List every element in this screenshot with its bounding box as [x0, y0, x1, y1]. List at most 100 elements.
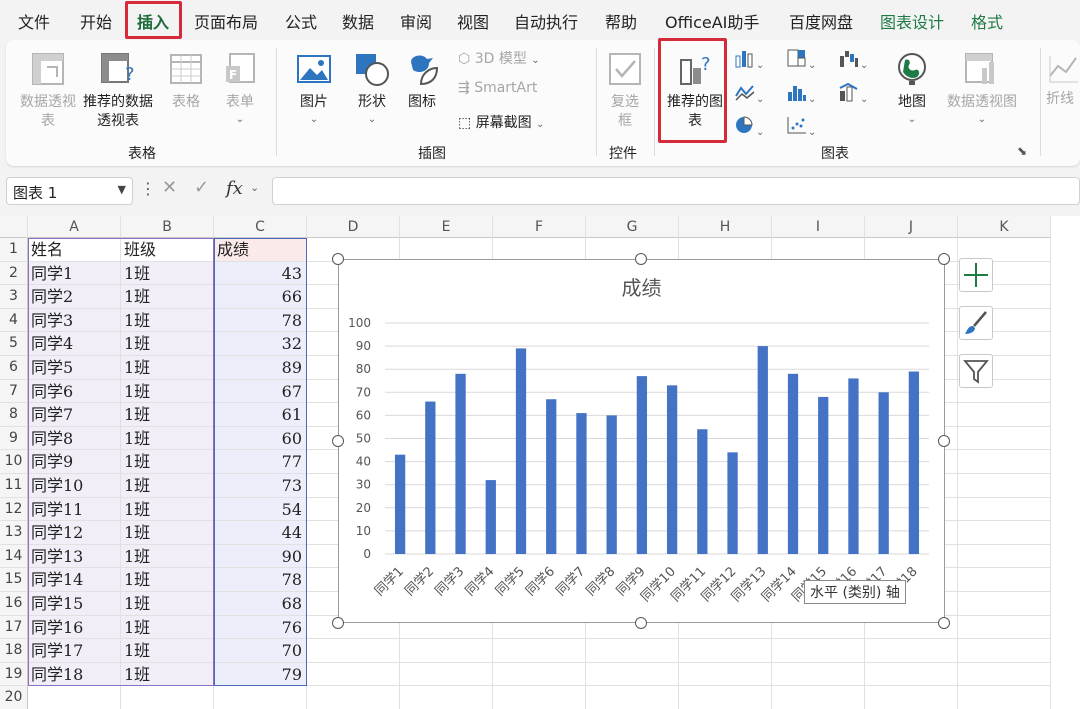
data-cell[interactable]: 1班 [121, 308, 214, 333]
empty-cell[interactable] [958, 403, 1051, 427]
data-cell[interactable]: 1班 [121, 592, 214, 616]
resize-handle-bottom-left[interactable] [332, 617, 344, 629]
empty-cell[interactable] [865, 639, 958, 663]
data-cell[interactable]: 1班 [121, 332, 214, 356]
empty-cell[interactable] [400, 639, 493, 663]
data-cell[interactable]: 1班 [121, 497, 214, 522]
row-header[interactable]: 7 [0, 379, 28, 404]
data-cell[interactable]: 同学17 [28, 639, 121, 663]
form-button[interactable]: F 表单 ⌄ [218, 50, 262, 129]
shapes-button[interactable]: 形状 ⌄ [350, 50, 394, 129]
recommended-pivot-table-button[interactable]: ? 推荐的数据透视表 [78, 50, 158, 131]
row-header[interactable]: 8 [0, 403, 28, 427]
chart-styles-button[interactable] [959, 306, 993, 340]
enter-icon[interactable]: ✓ [194, 177, 209, 198]
resize-handle-top-left[interactable] [332, 253, 344, 265]
empty-cell[interactable] [772, 662, 865, 687]
data-cell[interactable]: 67 [214, 379, 307, 404]
empty-cell[interactable] [307, 662, 400, 687]
data-cell[interactable]: 78 [214, 308, 307, 333]
data-cell[interactable]: 同学18 [28, 662, 121, 687]
data-cell[interactable]: 1班 [121, 379, 214, 404]
data-cell[interactable]: 同学7 [28, 403, 121, 427]
column-header[interactable]: H [679, 216, 772, 238]
empty-cell[interactable] [958, 662, 1051, 687]
data-cell[interactable]: 1班 [121, 568, 214, 592]
data-cell[interactable]: 61 [214, 403, 307, 427]
column-header[interactable]: G [586, 216, 679, 238]
resize-handle-top[interactable] [635, 253, 647, 265]
data-cell[interactable]: 90 [214, 544, 307, 569]
empty-cell[interactable] [958, 450, 1051, 474]
row-header[interactable]: 15 [0, 568, 28, 592]
pictures-button[interactable]: 图片 ⌄ [292, 50, 336, 129]
empty-cell[interactable] [958, 639, 1051, 663]
screenshot-button[interactable]: ⬚ 屏幕截图 ⌄ [458, 112, 545, 132]
row-header[interactable]: 6 [0, 356, 28, 380]
header-cell[interactable]: 姓名 [28, 238, 121, 262]
data-cell[interactable]: 77 [214, 450, 307, 474]
empty-cell[interactable] [400, 686, 493, 709]
column-header[interactable]: E [400, 216, 493, 238]
row-header[interactable]: 3 [0, 285, 28, 309]
data-cell[interactable]: 43 [214, 261, 307, 286]
data-cell[interactable]: 60 [214, 426, 307, 451]
empty-cell[interactable] [121, 686, 214, 709]
tab-officeai[interactable]: OfficeAI助手 [665, 9, 759, 33]
empty-cell[interactable] [493, 662, 586, 687]
hierarchy-chart-button[interactable]: ⌄ [786, 48, 816, 72]
row-header[interactable]: 12 [0, 497, 28, 522]
scatter-chart-button[interactable]: ⌄ [786, 115, 816, 139]
data-cell[interactable]: 同学14 [28, 568, 121, 592]
row-header[interactable]: 17 [0, 615, 28, 640]
empty-cell[interactable] [493, 639, 586, 663]
empty-cell[interactable] [28, 686, 121, 709]
data-cell[interactable]: 1班 [121, 474, 214, 498]
column-header[interactable]: K [958, 216, 1051, 238]
icons-button[interactable]: 图标 [402, 50, 442, 112]
data-cell[interactable]: 1班 [121, 639, 214, 663]
column-header[interactable]: C [214, 216, 307, 238]
row-header[interactable]: 11 [0, 474, 28, 498]
tab-home[interactable]: 开始 [80, 9, 112, 33]
checkbox-button[interactable]: 复选框 [606, 50, 644, 131]
tab-view[interactable]: 视图 [457, 9, 489, 33]
data-cell[interactable]: 78 [214, 568, 307, 592]
cancel-icon[interactable]: ✕ [162, 177, 177, 198]
row-header[interactable]: 16 [0, 592, 28, 616]
table-button[interactable]: 表格 [164, 50, 208, 111]
data-cell[interactable]: 1班 [121, 662, 214, 687]
column-header[interactable]: A [28, 216, 121, 238]
data-cell[interactable]: 同学9 [28, 450, 121, 474]
data-cell[interactable]: 54 [214, 497, 307, 522]
data-cell[interactable]: 同学16 [28, 615, 121, 640]
data-cell[interactable]: 66 [214, 285, 307, 309]
empty-cell[interactable] [772, 686, 865, 709]
pivot-chart-button[interactable]: 数据透视图 ⌄ [944, 50, 1020, 129]
data-cell[interactable]: 同学13 [28, 544, 121, 569]
row-header[interactable]: 18 [0, 639, 28, 663]
resize-handle-bottom[interactable] [635, 617, 647, 629]
data-cell[interactable]: 同学12 [28, 521, 121, 545]
column-header[interactable]: I [772, 216, 865, 238]
data-cell[interactable]: 1班 [121, 261, 214, 286]
empty-cell[interactable] [958, 686, 1051, 709]
pivot-table-button[interactable]: 数据透视表 [20, 50, 76, 131]
combo-chart-button[interactable]: ⌄ [838, 82, 868, 106]
data-cell[interactable]: 同学1 [28, 261, 121, 286]
data-cell[interactable]: 1班 [121, 426, 214, 451]
empty-cell[interactable] [958, 521, 1051, 545]
empty-cell[interactable] [679, 639, 772, 663]
data-cell[interactable]: 同学4 [28, 332, 121, 356]
chart-elements-button[interactable] [959, 258, 993, 292]
dialog-launcher-icon[interactable]: ⬊ [1017, 144, 1027, 158]
3d-models-button[interactable]: ⬡ 3D 模型 ⌄ [458, 48, 540, 68]
tab-file[interactable]: 文件 [18, 9, 50, 33]
empty-cell[interactable] [958, 615, 1051, 640]
column-header[interactable]: B [121, 216, 214, 238]
empty-cell[interactable] [958, 497, 1051, 522]
empty-cell[interactable] [400, 662, 493, 687]
column-header[interactable]: D [307, 216, 400, 238]
chevron-down-icon[interactable]: ▼ [118, 183, 126, 196]
data-cell[interactable]: 1班 [121, 521, 214, 545]
